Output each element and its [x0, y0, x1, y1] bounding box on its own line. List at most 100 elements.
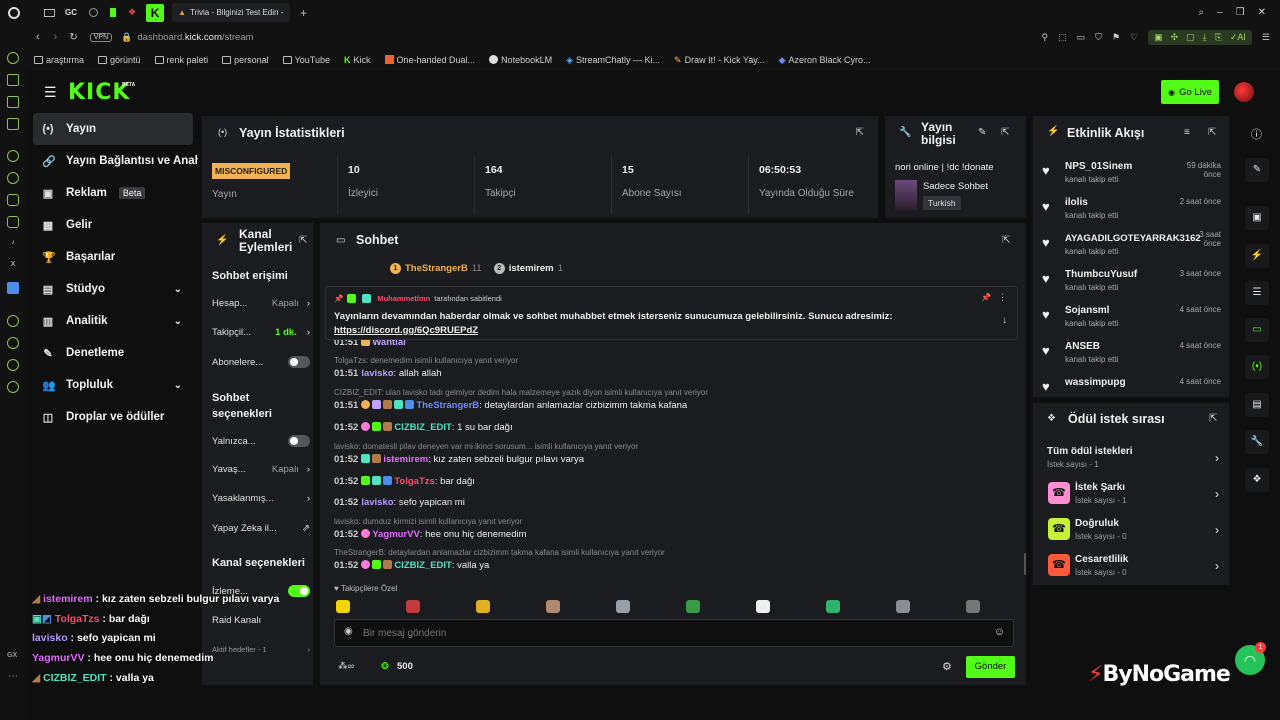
news-icon[interactable] [7, 96, 19, 108]
emote-item[interactable] [686, 600, 700, 613]
chat-message[interactable]: 01:52 istemirem: kız zaten sebzeli bulgur… [334, 454, 584, 465]
server-tool-icon[interactable]: ▤ [1245, 393, 1269, 417]
pin-icon[interactable]: ⚲ [1042, 32, 1049, 43]
reward-item[interactable]: ☎ Doğruluk İstek sayısı - 0 › [1033, 513, 1231, 549]
emote-item[interactable] [476, 600, 490, 613]
sidebar-item-stream-key[interactable]: 🔗 Yayın Bağlantısı ve Anahtar [26, 145, 198, 177]
x-icon[interactable]: X [7, 260, 19, 272]
chat-message[interactable]: 01:52 YagmurVV: hee onu hiç denemedim [334, 529, 527, 540]
bookmark-item[interactable]: ◈ StreamChatly — Ki... [566, 55, 660, 66]
bookmark-item[interactable]: NotebookLM [489, 55, 552, 65]
bookmark-item[interactable]: görüntü [98, 55, 141, 65]
new-tab-button[interactable]: + [300, 6, 307, 20]
broadcast-tool-icon[interactable]: (•) [1245, 355, 1269, 379]
wallet-icon[interactable]: ▭ [1077, 32, 1086, 43]
banned-words-setting[interactable]: Yasaklanmış... › [212, 493, 310, 504]
download-sidebar-icon[interactable] [7, 359, 19, 371]
event-item[interactable]: ♥ ANSEB kanalı takip etti 4 saat önce [1033, 337, 1229, 373]
gx-label[interactable]: GX [7, 652, 17, 659]
wrench-tool-icon[interactable]: 🔧 [1245, 430, 1269, 454]
reward-item[interactable]: ☎ İstek Şarkı İstek sayısı - 1 › [1033, 477, 1231, 513]
event-item[interactable]: ♥ Sojansml kanalı takip etti 4 saat önce [1033, 301, 1229, 337]
emote-item[interactable] [546, 600, 560, 613]
forward-icon[interactable]: › [54, 31, 58, 43]
sidebar-item-revenue[interactable]: ▦ Gelir [26, 209, 198, 241]
bookmark-item[interactable]: renk paleti [154, 55, 208, 65]
close-icon[interactable]: ✕ [1258, 7, 1266, 18]
expand-icon[interactable]: ⇱ [299, 235, 307, 246]
ai-moderation-setting[interactable]: Yapay Zeka il... ⇗ [212, 523, 310, 534]
edit-icon[interactable]: ✎ [978, 127, 986, 138]
bookmark-item[interactable]: One-handed Dual... [384, 55, 475, 65]
history-icon[interactable] [7, 74, 19, 86]
reward-item[interactable]: ☎ Cesaretlilik İstek sayısı - 0 › [1033, 549, 1231, 585]
chat-message[interactable]: 01:52 CIZBIZ_EDIT: 1 su bar dağı [334, 422, 513, 433]
chat-message[interactable]: 01:51 TheStrangerB: detaylardan anlamazla… [334, 400, 687, 411]
list-tool-icon[interactable]: ☰ [1245, 281, 1269, 305]
sidebar-item-ads[interactable]: ▣ Reklam Beta [26, 177, 198, 209]
send-button[interactable]: Gönder [966, 656, 1015, 678]
bookmark-icon[interactable]: ⚑ [1112, 32, 1120, 43]
tab-green-icon[interactable] [110, 8, 116, 17]
shield-icon[interactable]: ⛉ [1095, 32, 1102, 43]
settings-icon[interactable] [7, 381, 19, 393]
event-item[interactable]: ♥ AYAGADILGOTEYARRAK3162 kanalı takip etti… [1033, 229, 1229, 265]
chat-input[interactable]: ◉ ☺ [334, 619, 1014, 647]
reward-tool-icon[interactable]: ❖ [1245, 468, 1269, 492]
emoji-icon[interactable]: ☺ [994, 626, 1005, 638]
hype-icon[interactable]: ⁂∞ [338, 661, 354, 672]
chat-settings-icon[interactable]: ⚙ [942, 660, 952, 673]
bookmark-item[interactable]: ✎ Draw It! - Kick Yay... [674, 55, 765, 66]
box-icon[interactable]: ▢ [1186, 32, 1195, 43]
expand-icon[interactable]: ⇱ [1208, 127, 1216, 138]
opera-gx-icon[interactable] [8, 6, 20, 19]
chat-message[interactable]: 01:52 CIZBIZ_EDIT: valla ya [334, 560, 489, 571]
slow-mode-setting[interactable]: Yavaş... Kapalı › [212, 464, 310, 475]
followers-only-setting[interactable]: Takipçil... 1 dk. › [212, 327, 310, 338]
support-chat-button[interactable]: ◠ 1 [1235, 642, 1266, 675]
bookmark-item[interactable]: araştırma [34, 55, 84, 65]
tab-gc[interactable]: GC [65, 8, 77, 17]
download-icon[interactable]: ⤓ [1203, 32, 1207, 43]
subscribers-toggle[interactable] [288, 356, 310, 368]
menu-icon[interactable]: ☰ [1262, 32, 1270, 43]
edit-tool-icon[interactable]: ✎ [1245, 158, 1269, 182]
emote-item[interactable] [966, 600, 980, 613]
go-live-button[interactable]: ◉ Go Live [1161, 80, 1219, 104]
chat-input-field[interactable] [363, 625, 963, 641]
pinned-link[interactable]: https://discord.gg/6Qc9RUEPdZ [334, 325, 478, 336]
ai-button[interactable]: ✓AI [1230, 32, 1246, 43]
chat-message[interactable]: 01:51 lavisko: allah allah [334, 368, 442, 379]
speed-dial-icon[interactable] [7, 52, 19, 64]
active-tab[interactable]: ▲ Trivia - Bilginizi Test Edin - [172, 3, 291, 22]
kick-tab-icon[interactable]: K [146, 3, 165, 22]
bluesky-icon[interactable] [7, 282, 19, 294]
tiktok-icon[interactable]: ♪ [7, 238, 19, 250]
puzzle-icon[interactable]: ✣ [1171, 32, 1179, 43]
more-icon[interactable]: ⋯ [8, 671, 18, 682]
discord-icon[interactable] [7, 194, 19, 206]
chat-tool-icon[interactable]: ▭ [1245, 318, 1269, 342]
tab-red-icon[interactable]: ❖ [128, 7, 136, 18]
chat-message[interactable]: 01:52 lavisko: sefo yapican mi [334, 497, 465, 508]
info-icon[interactable]: ⓘ [1251, 126, 1262, 142]
emote-only-setting[interactable]: Yalnızca... [212, 435, 310, 447]
expand-icon[interactable]: ⇱ [856, 127, 864, 138]
whatsapp-icon[interactable] [7, 172, 19, 184]
expand-icon[interactable]: ⇱ [1209, 413, 1217, 424]
player-icon[interactable] [7, 315, 19, 327]
collapse-icon[interactable]: ↓ [1002, 315, 1007, 326]
instagram-icon[interactable] [7, 216, 19, 228]
event-item[interactable]: ♥ wassimpupg 4 saat önce [1033, 373, 1229, 397]
vpn-badge[interactable]: VPN [89, 32, 113, 42]
m-icon[interactable] [7, 118, 19, 130]
sidebar-item-achievements[interactable]: 🏆 Başarılar [26, 241, 198, 273]
url-field[interactable]: dashboard.kick.com/stream [137, 32, 253, 43]
unpin-icon[interactable]: 📌 [981, 293, 991, 302]
ext-icon[interactable]: ▣ [1154, 32, 1163, 43]
emote-only-toggle[interactable] [288, 435, 310, 447]
emote-item[interactable] [756, 600, 770, 613]
reward-item-all[interactable]: Tüm ödül istekleri İstek sayısı - 1 › [1033, 441, 1231, 477]
expand-icon[interactable]: ⇱ [1001, 127, 1009, 138]
gifter-item[interactable]: 2 istemirem 1 [493, 263, 563, 274]
